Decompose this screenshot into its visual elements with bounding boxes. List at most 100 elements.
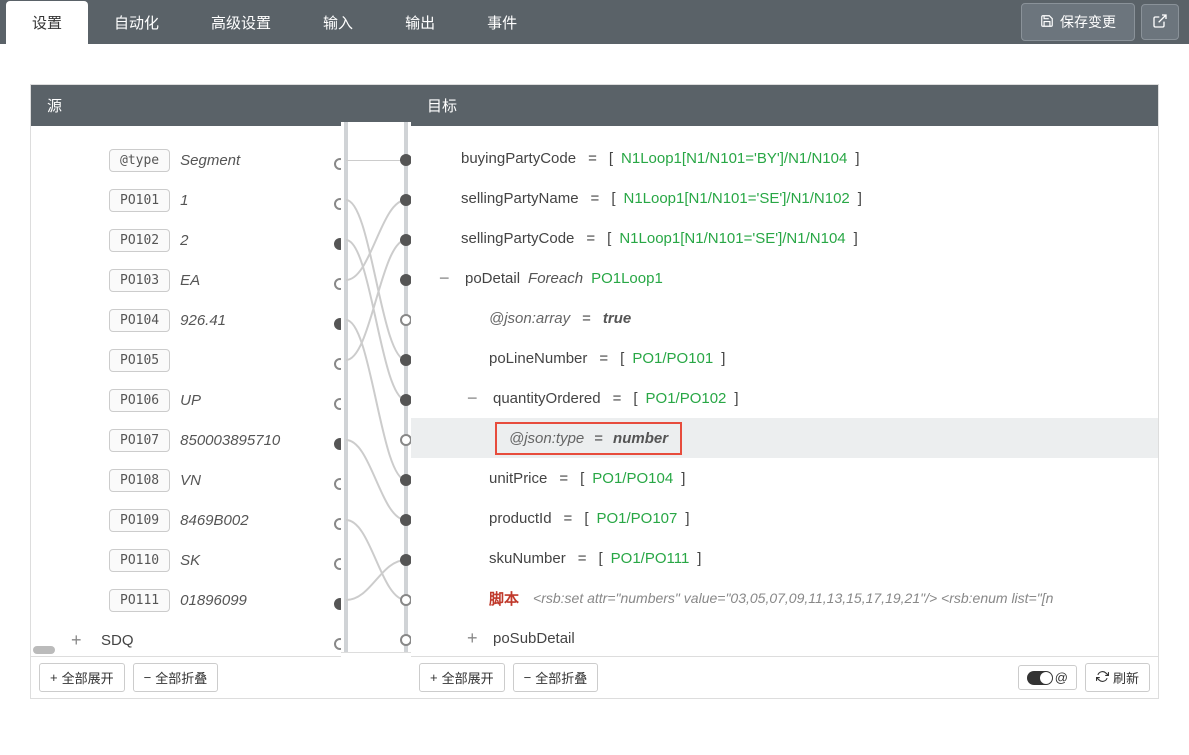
external-link-icon xyxy=(1152,13,1168,32)
minus-icon: − xyxy=(524,670,532,685)
source-value: Segment xyxy=(180,152,240,169)
expand-icon[interactable]: + xyxy=(467,628,485,649)
target-name: poSubDetail xyxy=(493,630,575,647)
source-collapsed-group[interactable]: + SDQ xyxy=(31,620,341,656)
target-path: PO1Loop1 xyxy=(591,270,663,287)
target-script-body: <rsb:set attr="numbers" value="03,05,07,… xyxy=(533,590,1053,606)
target-row-poSubDetail[interactable]: + poSubDetail xyxy=(411,618,1158,656)
source-badge: PO101 xyxy=(109,189,170,212)
target-path: PO1/PO102 xyxy=(646,390,727,407)
source-value: EA xyxy=(180,272,200,289)
source-value: 926.41 xyxy=(180,312,226,329)
source-panel-header: 源 xyxy=(31,85,341,126)
plus-icon: + xyxy=(430,670,438,685)
target-tree: buyingPartyCode = [N1Loop1[N1/N101='BY']… xyxy=(411,126,1158,656)
tab-events[interactable]: 事件 xyxy=(461,1,543,44)
source-row[interactable]: PO1022 xyxy=(31,220,341,260)
target-row-script[interactable]: 脚本 <rsb:set attr="numbers" value="03,05,… xyxy=(411,578,1158,618)
expand-icon[interactable]: + xyxy=(71,630,91,651)
source-badge: PO103 xyxy=(109,269,170,292)
source-row[interactable]: PO107850003895710 xyxy=(31,420,341,460)
selected-row-box: @json:type = number xyxy=(495,422,682,455)
show-attributes-toggle[interactable]: @ xyxy=(1018,665,1077,690)
target-row-productId[interactable]: productId = [PO1/PO107] xyxy=(411,498,1158,538)
target-row-poDetail[interactable]: − poDetail Foreach PO1Loop1 xyxy=(411,258,1158,298)
target-row-skuNumber[interactable]: skuNumber = [PO1/PO111] xyxy=(411,538,1158,578)
source-collapse-all-button[interactable]: −全部折叠 xyxy=(133,663,219,692)
source-badge: PO110 xyxy=(109,549,170,572)
save-changes-label: 保存变更 xyxy=(1060,12,1116,32)
target-name: sellingPartyCode xyxy=(461,230,574,247)
source-row[interactable]: PO104926.41 xyxy=(31,300,341,340)
tab-automation[interactable]: 自动化 xyxy=(88,1,185,44)
target-name: skuNumber xyxy=(489,550,566,567)
toggle-icon xyxy=(1027,671,1053,685)
target-panel-footer: + 全部展开 −全部折叠 @ 刷新 xyxy=(411,656,1158,698)
source-row[interactable]: PO106UP xyxy=(31,380,341,420)
source-row[interactable]: PO1098469B002 xyxy=(31,500,341,540)
collapse-icon[interactable]: − xyxy=(467,388,485,409)
target-row-sellingPartyName[interactable]: sellingPartyName = [N1Loop1[N1/N101='SE'… xyxy=(411,178,1158,218)
tab-bar: 设置 自动化 高级设置 输入 输出 事件 保存变更 xyxy=(0,0,1189,44)
target-name: poDetail xyxy=(465,270,520,287)
source-group-label: SDQ xyxy=(101,632,134,649)
mapping-panel: 源 @type Segment PO1011 PO1022 PO103 EA PO1… xyxy=(30,84,1159,699)
tab-advanced[interactable]: 高级设置 xyxy=(185,1,297,44)
source-value: SK xyxy=(180,552,200,569)
source-value: 01896099 xyxy=(180,592,247,609)
source-row[interactable]: PO110 SK xyxy=(31,540,341,580)
refresh-icon xyxy=(1096,670,1109,686)
target-value: true xyxy=(603,310,631,327)
source-value: UP xyxy=(180,392,201,409)
target-row-unitPrice[interactable]: unitPrice = [PO1/PO104] xyxy=(411,458,1158,498)
tab-settings[interactable]: 设置 xyxy=(6,1,88,44)
target-script-label: 脚本 xyxy=(489,588,519,609)
target-row-buyingPartyCode[interactable]: buyingPartyCode = [N1Loop1[N1/N101='BY']… xyxy=(411,138,1158,178)
source-tree: @type Segment PO1011 PO1022 PO103 EA PO104… xyxy=(31,126,341,656)
target-path: N1Loop1[N1/N101='BY']/N1/N104 xyxy=(621,150,847,167)
save-changes-button[interactable]: 保存变更 xyxy=(1021,3,1135,41)
tab-output[interactable]: 输出 xyxy=(379,1,461,44)
target-row-jsonType-selected[interactable]: @json:type = number xyxy=(411,418,1158,458)
collapse-all-label: 全部折叠 xyxy=(155,668,207,687)
source-badge: PO107 xyxy=(109,429,170,452)
target-path: PO1/PO101 xyxy=(632,350,713,367)
collapse-icon[interactable]: − xyxy=(439,268,457,289)
source-row[interactable]: PO103 EA xyxy=(31,260,341,300)
target-collapse-all-button[interactable]: −全部折叠 xyxy=(513,663,599,692)
target-row-jsonArray[interactable]: @json:array = true xyxy=(411,298,1158,338)
target-name: quantityOrdered xyxy=(493,390,601,407)
expand-all-label: 全部展开 xyxy=(62,668,114,687)
source-panel: 源 @type Segment PO1011 PO1022 PO103 EA PO1… xyxy=(31,85,341,698)
connector-column xyxy=(341,85,411,698)
target-name: sellingPartyName xyxy=(461,190,579,207)
target-expand-all-button[interactable]: + 全部展开 xyxy=(419,663,505,692)
target-panel: 目标 buyingPartyCode = [N1Loop1[N1/N101='B… xyxy=(411,85,1158,698)
source-badge: PO108 xyxy=(109,469,170,492)
collapse-all-label: 全部折叠 xyxy=(535,668,587,687)
source-row[interactable]: PO105 xyxy=(31,340,341,380)
expand-all-label: 全部展开 xyxy=(442,668,494,687)
source-badge: @type xyxy=(109,149,170,172)
source-row[interactable]: @type Segment xyxy=(31,140,341,180)
target-name: productId xyxy=(489,510,552,527)
target-path: PO1/PO111 xyxy=(611,550,690,567)
source-badge: PO102 xyxy=(109,229,170,252)
target-attr: @json:type xyxy=(509,430,584,447)
target-row-quantityOrdered[interactable]: − quantityOrdered = [PO1/PO102] xyxy=(411,378,1158,418)
target-name: buyingPartyCode xyxy=(461,150,576,167)
source-row[interactable]: PO11101896099 xyxy=(31,580,341,620)
connector-ports-left xyxy=(338,160,352,652)
target-attr: @json:array xyxy=(489,310,570,327)
refresh-button[interactable]: 刷新 xyxy=(1085,663,1150,692)
source-row[interactable]: PO1011 xyxy=(31,180,341,220)
scrollbar-horizontal[interactable] xyxy=(33,646,55,654)
source-row[interactable]: PO108VN xyxy=(31,460,341,500)
open-external-button[interactable] xyxy=(1141,4,1179,40)
source-expand-all-button[interactable]: +全部展开 xyxy=(39,663,125,692)
target-row-sellingPartyCode[interactable]: sellingPartyCode = [N1Loop1[N1/N101='SE'… xyxy=(411,218,1158,258)
target-row-poLineNumber[interactable]: poLineNumber = [PO1/PO101] xyxy=(411,338,1158,378)
tab-input[interactable]: 输入 xyxy=(297,1,379,44)
target-path: PO1/PO107 xyxy=(596,510,677,527)
toggle-at-label: @ xyxy=(1055,670,1068,685)
